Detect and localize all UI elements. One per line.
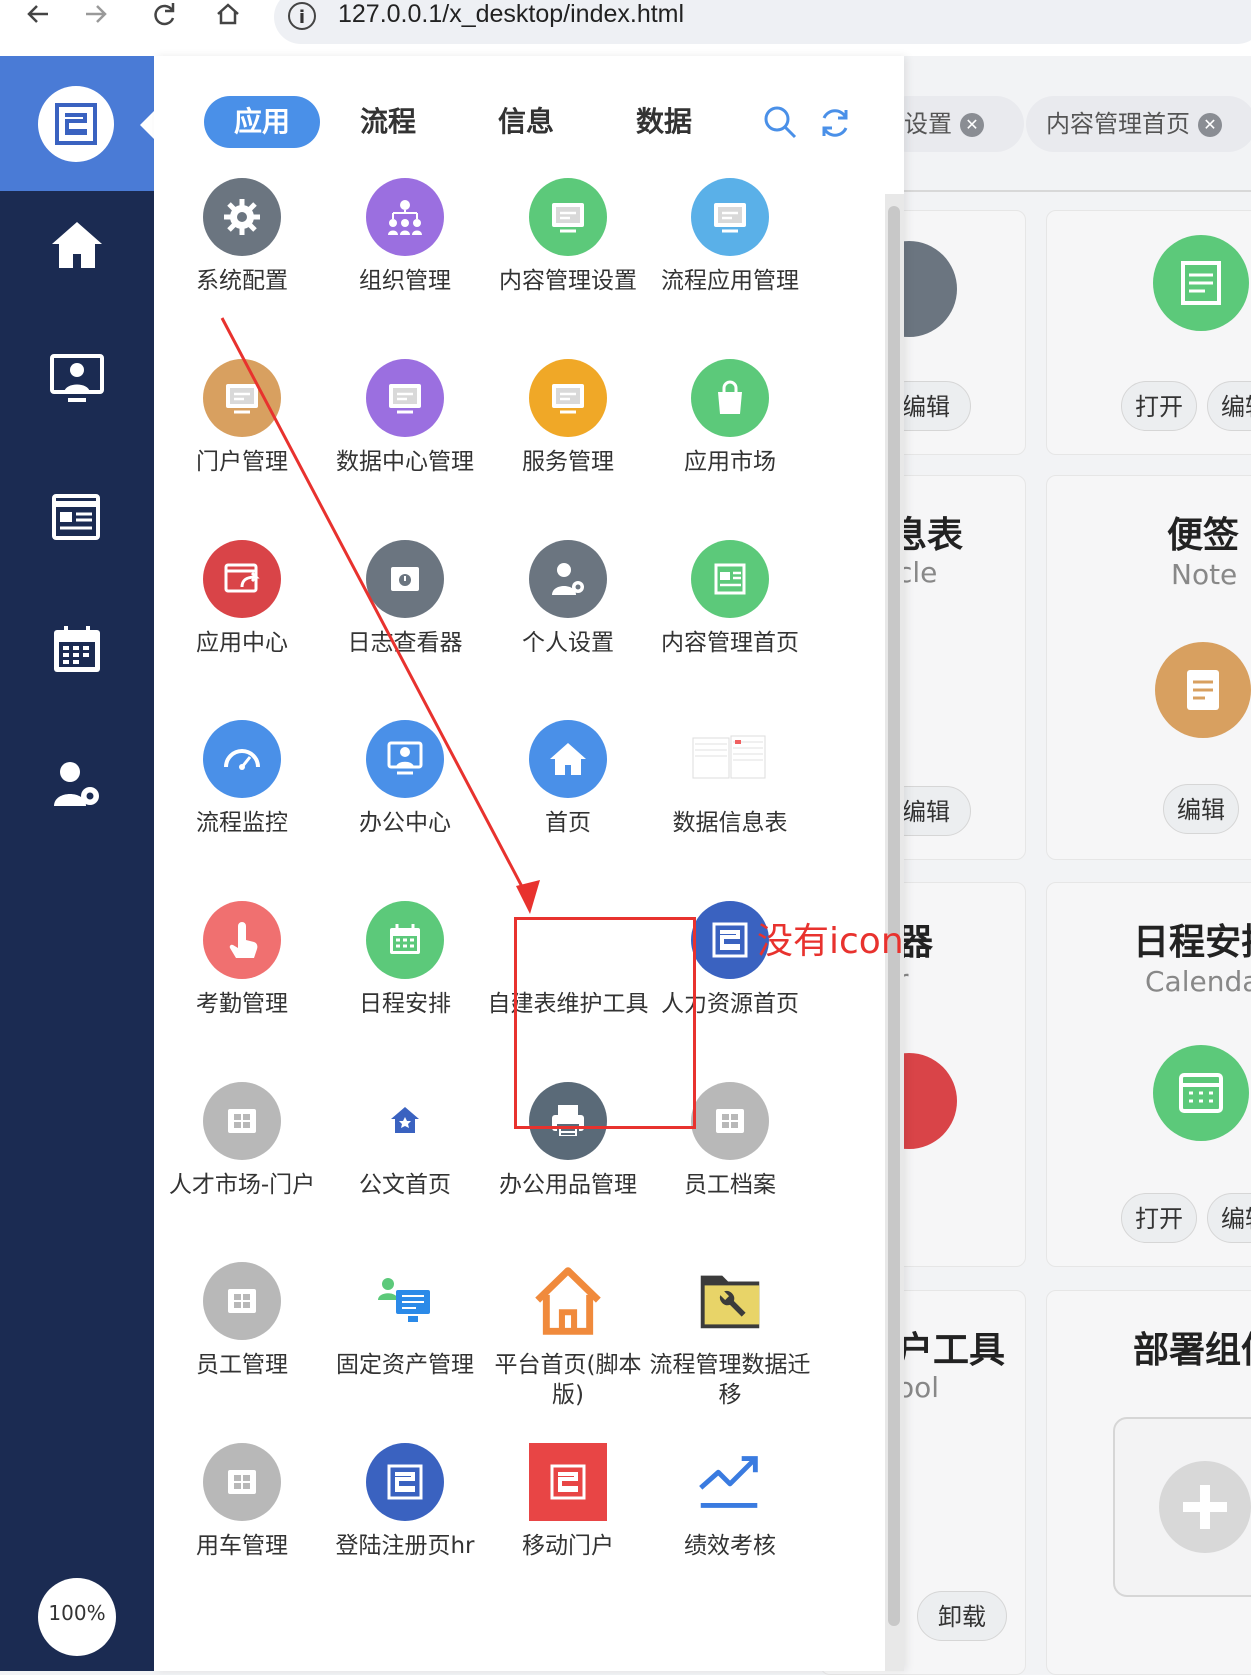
annotation-arrow: [220, 317, 540, 914]
